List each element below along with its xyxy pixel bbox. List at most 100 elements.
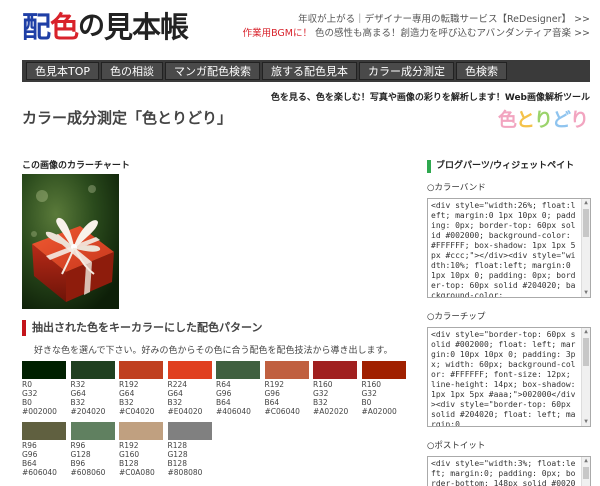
swatch-value-hex: #C06040: [264, 407, 300, 416]
site-logo[interactable]: 配 色 の 見本帳: [22, 4, 189, 44]
color-swatch[interactable]: R0 G32 B0 #002000: [22, 361, 66, 416]
swatch-values: R64 G96 B64 #406040: [216, 380, 260, 416]
brand-char-2: と: [515, 109, 535, 131]
brand-char-1: 色: [497, 109, 517, 131]
logo-char-2: 色: [50, 10, 79, 44]
swatch-value-g: G32: [313, 389, 329, 398]
swatch-value-hex: #C0A080: [119, 468, 155, 477]
swatch-value-b: B32: [119, 398, 134, 407]
textarea-scrollbar[interactable]: ▲▼: [581, 199, 590, 297]
swatch-value-g: G64: [119, 389, 135, 398]
nav-item-travel[interactable]: 旅する配色見本: [262, 62, 358, 80]
chart-heading: この画像のカラーチャート: [22, 161, 130, 171]
sidebar: ブログパーツ/ウィジェットペイト ○カラーバンド <div style="wid…: [427, 160, 593, 486]
swatch-color-box[interactable]: [22, 422, 66, 440]
swatch-value-hex: #808080: [167, 468, 203, 477]
color-swatch[interactable]: R64 G96 B64 #406040: [216, 361, 260, 416]
swatch-value-g: G32: [361, 389, 377, 398]
swatch-color-box[interactable]: [264, 361, 309, 379]
swatch-value-hex: #608060: [70, 468, 106, 477]
header-promo: 年収が上がる｜デザイナー専用の転職サービス【ReDesigner】 >> 作業用…: [243, 13, 590, 41]
swatch-color-box[interactable]: [119, 361, 163, 379]
swatch-value-hex: #A02020: [313, 407, 349, 416]
nav-item-manga-search[interactable]: マンガ配色検索: [165, 62, 261, 80]
nav-item-color-measure[interactable]: カラー成分測定: [359, 62, 455, 80]
swatch-values: R192 G96 B64 #C06040: [265, 380, 309, 416]
swatch-value-g: G160: [119, 450, 140, 459]
color-swatch[interactable]: R96 G128 B96 #608060: [70, 422, 115, 477]
color-swatch[interactable]: R192 G64 B32 #C04020: [119, 361, 163, 416]
swatch-color-box[interactable]: [313, 361, 357, 379]
scroll-thumb[interactable]: [583, 467, 589, 479]
widget-code-postit[interactable]: <div style="width:3%; float:left; margin…: [427, 456, 591, 486]
swatch-color-box[interactable]: [70, 361, 115, 379]
color-swatch[interactable]: R224 G64 B32 #E04020: [167, 361, 212, 416]
widget-code-colorchip[interactable]: <div style="border-top: 60px solid #0020…: [427, 327, 591, 427]
color-swatch[interactable]: R160 G32 B0 #A02000: [361, 361, 406, 416]
scroll-up-icon[interactable]: ▲: [583, 458, 589, 464]
swatch-color-box[interactable]: [167, 361, 212, 379]
widget-code-colorband[interactable]: <div style="width:26%; float:left; margi…: [427, 198, 591, 298]
widget-label-postit: ○ポストイット: [427, 441, 486, 451]
nav-item-top[interactable]: 色見本TOP: [26, 62, 100, 80]
swatch-value-b: B64: [216, 398, 231, 407]
color-swatch[interactable]: R192 G160 B128 #C0A080: [119, 422, 163, 477]
swatch-color-box[interactable]: [22, 361, 66, 379]
scroll-up-icon[interactable]: ▲: [583, 329, 589, 335]
logo-char-1: 配: [22, 10, 51, 44]
color-swatch[interactable]: R96 G96 B64 #606040: [22, 422, 66, 477]
swatch-color-box[interactable]: [70, 422, 115, 440]
scroll-thumb[interactable]: [583, 209, 589, 237]
widget-code-text: <div style="width:26%; float:left; margi…: [431, 201, 576, 298]
brand-char-5: り: [569, 109, 589, 131]
color-swatch[interactable]: R128 G128 B128 #808080: [167, 422, 212, 477]
promo-link-music[interactable]: 色の感性も高まる！創造力を呼び込むアバンダンティア音楽 >>: [312, 28, 590, 39]
swatch-color-box[interactable]: [119, 422, 163, 440]
swatch-color-box[interactable]: [361, 361, 406, 379]
swatch-value-b: B64: [264, 398, 280, 407]
color-swatch[interactable]: R160 G32 B32 #A02020: [313, 361, 357, 416]
swatch-value-r: R96: [70, 441, 86, 450]
swatch-value-hex: #E04020: [167, 407, 203, 416]
color-swatch[interactable]: R32 G64 B32 #204020: [70, 361, 115, 416]
main-nav: 色見本TOP 色の相談 マンガ配色検索 旅する配色見本 カラー成分測定 色検索: [22, 60, 590, 82]
swatch-color-box[interactable]: [167, 422, 212, 440]
swatch-value-r: R64: [216, 380, 231, 389]
scroll-up-icon[interactable]: ▲: [583, 200, 589, 206]
widget-label-colorband: ○カラーバンド: [427, 183, 486, 193]
nav-item-color-search[interactable]: 色検索: [456, 62, 508, 80]
swatch-value-g: G64: [70, 389, 86, 398]
brand-mark: 色とりどり: [497, 105, 589, 132]
sidebar-heading: ブログパーツ/ウィジェットペイト: [427, 160, 593, 173]
promo-link-redesigner[interactable]: 年収が上がる｜デザイナー専用の転職サービス【ReDesigner】 >>: [298, 14, 590, 25]
swatch-value-r: R128: [167, 441, 188, 450]
widget-label-colorchip: ○カラーチップ: [427, 312, 486, 322]
scroll-down-icon[interactable]: ▼: [583, 290, 589, 296]
swatch-value-b: B0: [361, 398, 372, 407]
nav-item-consult[interactable]: 色の相談: [101, 62, 164, 80]
widget-code-text: <div style="border-top: 60px solid #0020…: [431, 330, 576, 427]
swatch-value-b: B0: [22, 398, 32, 407]
scroll-down-icon[interactable]: ▼: [583, 419, 589, 425]
swatch-value-r: R160: [313, 380, 333, 389]
swatch-value-g: G96: [22, 450, 38, 459]
swatch-value-hex: #A02000: [361, 407, 397, 416]
textarea-scrollbar[interactable]: ▲▼: [581, 328, 590, 426]
swatch-value-hex: #406040: [216, 407, 251, 416]
section-heading: 抽出された色をキーカラーにした配色パターン: [22, 320, 408, 336]
swatch-value-r: R160: [361, 380, 382, 389]
scroll-thumb[interactable]: [583, 338, 589, 366]
brand-char-3: り: [533, 109, 553, 131]
textarea-scrollbar[interactable]: ▲▼: [581, 457, 590, 486]
promo-bgm-label[interactable]: 作業用BGMに！: [243, 28, 312, 39]
swatch-value-g: G32: [22, 389, 38, 398]
swatch-value-r: R32: [70, 380, 86, 389]
swatch-value-r: R0: [22, 380, 32, 389]
swatch-value-hex: #002000: [22, 407, 57, 416]
swatch-color-box[interactable]: [216, 361, 260, 379]
tagline: 色を見る、色を楽しむ！写真や画像の彩りを解析します！Web画像解析ツール: [270, 93, 590, 103]
swatch-value-g: G128: [167, 450, 188, 459]
color-swatch[interactable]: R192 G96 B64 #C06040: [264, 361, 309, 416]
swatch-values: R0 G32 B0 #002000: [22, 380, 66, 416]
logo-char-4: 見本帳: [104, 10, 189, 44]
